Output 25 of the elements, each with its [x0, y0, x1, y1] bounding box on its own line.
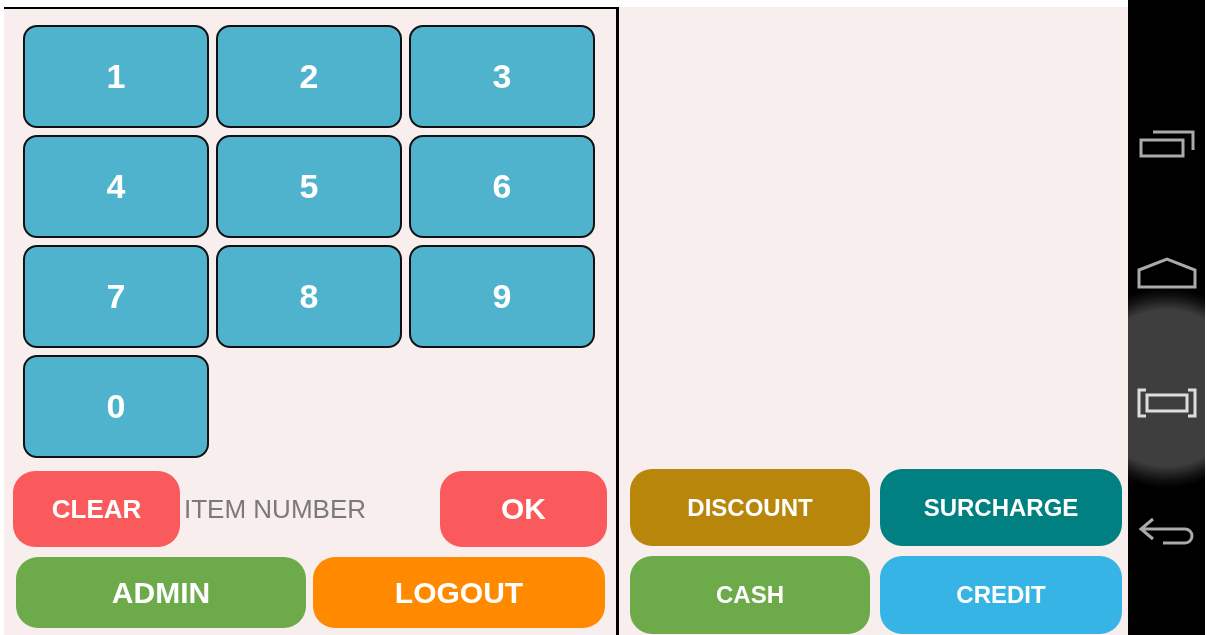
keypad-key[interactable]: 0 [23, 355, 209, 458]
payment-button[interactable]: DISCOUNT [630, 469, 870, 546]
screenshot-icon [1136, 387, 1197, 418]
home-button[interactable] [1136, 257, 1197, 290]
home-icon [1136, 257, 1197, 290]
recents-icon [1137, 129, 1196, 160]
payment-button[interactable]: CREDIT [880, 556, 1122, 634]
ok-button[interactable]: OK [440, 471, 607, 547]
recents-button[interactable] [1137, 129, 1196, 160]
item-number-field[interactable]: ITEM NUMBER [184, 493, 436, 525]
payment-button[interactable]: SURCHARGE [880, 469, 1122, 546]
keypad-key[interactable]: 9 [409, 245, 595, 348]
keypad-key[interactable]: 5 [216, 135, 402, 238]
keypad-key[interactable]: 3 [409, 25, 595, 128]
keypad-key[interactable]: 6 [409, 135, 595, 238]
clear-button[interactable]: CLEAR [13, 471, 180, 547]
keypad-key[interactable]: 7 [23, 245, 209, 348]
keypad-key[interactable]: 4 [23, 135, 209, 238]
action-button[interactable]: ADMIN [16, 557, 306, 628]
payment-button[interactable]: CASH [630, 556, 870, 634]
keypad-key[interactable]: 8 [216, 245, 402, 348]
keypad-key[interactable]: 2 [216, 25, 402, 128]
keypad-key[interactable]: 1 [23, 25, 209, 128]
screenshot-button[interactable] [1136, 387, 1197, 418]
action-button[interactable]: LOGOUT [313, 557, 605, 628]
